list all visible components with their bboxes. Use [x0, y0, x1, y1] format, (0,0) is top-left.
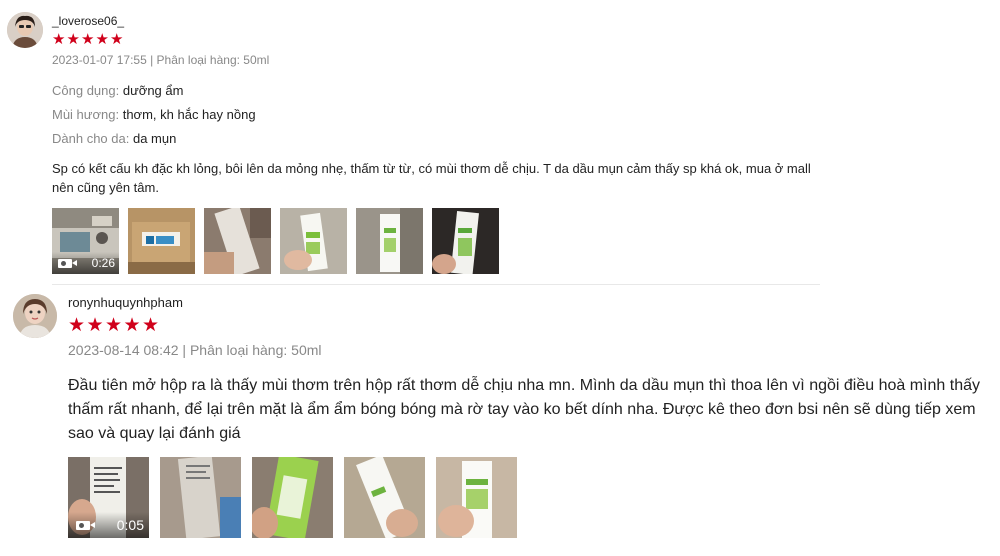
- photo-image: [436, 457, 517, 538]
- review-photo-thumbnail[interactable]: [356, 208, 423, 274]
- reviewer-username[interactable]: _loverose06_: [52, 14, 124, 28]
- review-variation: Phân loại hàng: 50ml: [189, 342, 322, 358]
- review-date: 2023-08-14 08:42: [68, 342, 179, 358]
- review-photo-thumbnail[interactable]: [128, 208, 195, 274]
- review-photo-thumbnail[interactable]: [252, 457, 333, 538]
- photo-image: [280, 208, 347, 274]
- star-icon: ★: [86, 315, 104, 336]
- video-camera-icon: [76, 520, 95, 530]
- review-media-list: 0:05: [68, 457, 517, 538]
- reviewer-avatar[interactable]: [13, 294, 57, 338]
- review-attribute: Mùi hương: thơm, kh hắc hay nồng: [52, 107, 256, 122]
- video-overlay: 0:05: [68, 512, 149, 538]
- attribute-value: dưỡng ẩm: [122, 83, 184, 98]
- attribute-value: da mụn: [132, 131, 177, 146]
- reviewer-username[interactable]: ronynhuquynhpham: [68, 295, 183, 310]
- review-attribute: Công dụng: dưỡng ẩm: [52, 83, 183, 98]
- star-icon: ★: [142, 315, 160, 336]
- review-media-list: 0:26: [52, 208, 499, 274]
- review-photo-thumbnail[interactable]: [436, 457, 517, 538]
- review-meta: 2023-01-07 17:55 | Phân loại hàng: 50ml: [52, 53, 270, 67]
- star-icon: ★: [110, 31, 124, 48]
- review-text: Đầu tiên mở hộp ra là thấy mùi thơm trên…: [68, 377, 980, 442]
- photo-image: [204, 208, 271, 274]
- star-icon: ★: [95, 31, 109, 48]
- review-text: Sp có kết cấu kh đặc kh lỏng, bôi lên da…: [52, 161, 811, 195]
- review-photo-thumbnail[interactable]: [204, 208, 271, 274]
- review-photo-thumbnail[interactable]: [280, 208, 347, 274]
- video-duration: 0:05: [116, 517, 144, 533]
- review-attribute: Dành cho da: da mụn: [52, 131, 176, 146]
- review-video-thumbnail[interactable]: 0:05: [68, 457, 149, 538]
- attribute-value: thơm, kh hắc hay nồng: [122, 107, 256, 122]
- star-icon: ★: [66, 31, 80, 48]
- review-variation: Phân loại hàng: 50ml: [156, 53, 270, 67]
- review-photo-thumbnail[interactable]: [432, 208, 499, 274]
- attribute-label: Dành cho da:: [52, 131, 130, 146]
- photo-image: [252, 457, 333, 538]
- attribute-label: Công dụng:: [52, 83, 120, 98]
- review-video-thumbnail[interactable]: 0:26: [52, 208, 119, 274]
- star-icon: ★: [105, 315, 123, 336]
- review-meta: 2023-08-14 08:42 | Phân loại hàng: 50ml: [68, 342, 322, 358]
- photo-image: [432, 208, 499, 274]
- video-duration: 0:26: [91, 256, 115, 270]
- photo-image: [344, 457, 425, 538]
- photo-image: [128, 208, 195, 274]
- attribute-label: Mùi hương:: [52, 107, 120, 122]
- review-date: 2023-01-07 17:55: [52, 53, 147, 67]
- photo-image: [160, 457, 241, 538]
- star-icon: ★: [123, 315, 141, 336]
- star-icon: ★: [68, 315, 86, 336]
- video-overlay: 0:26: [52, 252, 119, 274]
- review-divider: [52, 284, 820, 285]
- review-photo-thumbnail[interactable]: [344, 457, 425, 538]
- reviewer-avatar[interactable]: [7, 12, 43, 48]
- rating-stars: ★ ★ ★ ★ ★: [68, 316, 161, 336]
- video-camera-icon: [58, 258, 77, 268]
- rating-stars: ★ ★ ★ ★ ★: [52, 32, 125, 48]
- photo-image: [356, 208, 423, 274]
- star-icon: ★: [81, 31, 95, 48]
- review-photo-thumbnail[interactable]: [160, 457, 241, 538]
- star-icon: ★: [52, 31, 66, 48]
